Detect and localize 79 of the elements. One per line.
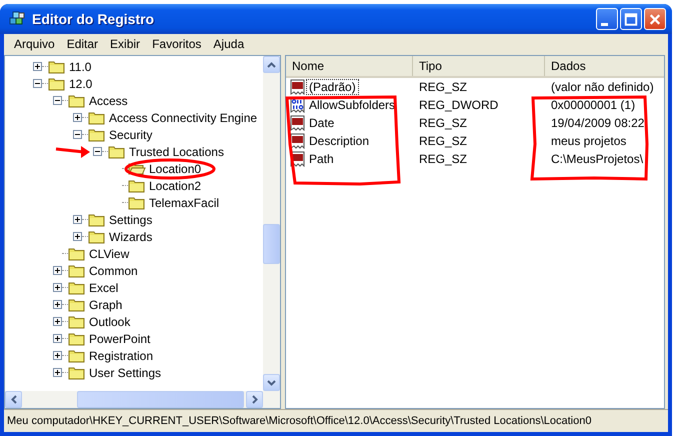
string-value-icon: [290, 115, 306, 131]
expand-icon[interactable]: [53, 266, 62, 275]
annotation-arrow: [56, 146, 90, 158]
collapse-icon[interactable]: [93, 147, 102, 156]
expand-icon[interactable]: [33, 62, 42, 71]
scroll-left-button[interactable]: [5, 391, 22, 408]
tree-item[interactable]: Wizards: [109, 230, 152, 244]
tree-item[interactable]: Common: [89, 264, 138, 278]
tree-item[interactable]: Location0: [149, 162, 202, 176]
maximize-button[interactable]: [620, 8, 642, 30]
caret-down-icon: [267, 380, 276, 386]
tree-item[interactable]: 12.0: [69, 76, 92, 90]
collapse-icon[interactable]: [73, 130, 82, 139]
tree-item[interactable]: Graph: [89, 298, 122, 312]
vertical-scrollbar[interactable]: [263, 56, 280, 391]
scroll-right-button[interactable]: [246, 391, 263, 408]
minimize-icon: [600, 22, 608, 26]
tree-item[interactable]: Registration: [89, 348, 154, 362]
menu-item[interactable]: Ajuda: [207, 37, 250, 51]
scroll-thumb[interactable]: [263, 224, 280, 264]
menu-item[interactable]: Arquivo: [8, 37, 61, 51]
tree-item[interactable]: TelemaxFacil: [149, 196, 220, 210]
expand-icon[interactable]: [73, 232, 82, 241]
collapse-icon[interactable]: [33, 79, 42, 88]
table-cell-text: REG_DWORD: [418, 98, 500, 112]
table-cell-text: meus projetos: [550, 134, 628, 148]
expand-icon[interactable]: [53, 368, 62, 377]
tree-item[interactable]: Location2: [149, 178, 202, 192]
tree-item[interactable]: 11.0: [69, 60, 92, 74]
expand-icon[interactable]: [53, 300, 62, 309]
expand-icon[interactable]: [53, 283, 62, 292]
value-name[interactable]: Path: [306, 151, 337, 167]
caret-up-icon: [267, 62, 276, 68]
tree-item[interactable]: CLView: [89, 246, 130, 260]
menu-item[interactable]: Favoritos: [146, 37, 208, 51]
value-name[interactable]: Date: [306, 115, 338, 131]
tree-item[interactable]: Outlook: [89, 314, 130, 328]
tree-item[interactable]: Trusted Locations: [129, 144, 224, 158]
scroll-down-button[interactable]: [263, 374, 280, 391]
value-name[interactable]: (Padrão): [306, 79, 359, 95]
scroll-up-button[interactable]: [263, 56, 280, 73]
expand-icon[interactable]: [53, 317, 62, 326]
collapse-icon[interactable]: [53, 96, 62, 105]
tree-item[interactable]: Access: [89, 94, 128, 108]
value-name[interactable]: AllowSubfolders: [306, 97, 398, 113]
expand-icon[interactable]: [53, 351, 62, 360]
column-header[interactable]: Dados: [545, 56, 664, 76]
close-button[interactable]: [644, 8, 666, 30]
string-value-icon: [290, 133, 306, 149]
tree-item[interactable]: PowerPoint: [89, 332, 150, 346]
table-cell-text: 0x00000001 (1): [550, 98, 636, 112]
string-value-icon: [290, 79, 306, 95]
tree-item[interactable]: Access Connectivity Engine: [109, 110, 258, 124]
value-name[interactable]: Description: [306, 133, 372, 149]
minimize-button[interactable]: [596, 8, 618, 30]
menu-item[interactable]: Exibir: [104, 37, 146, 51]
scroll-thumb[interactable]: [77, 391, 244, 408]
table-cell-text: REG_SZ: [418, 152, 468, 166]
expand-icon[interactable]: [53, 334, 62, 343]
table-cell-text: C:\MeusProjetos\: [550, 152, 644, 166]
tree-item[interactable]: Settings: [109, 212, 152, 226]
table-cell-text: REG_SZ: [418, 116, 468, 130]
tree-item[interactable]: Excel: [89, 280, 118, 294]
caret-left-icon: [10, 395, 16, 404]
table-cell-text: (valor não definido): [550, 80, 655, 94]
expand-icon[interactable]: [73, 113, 82, 122]
caret-right-icon: [252, 395, 258, 404]
tree-item[interactable]: User Settings: [89, 366, 162, 380]
tree-item[interactable]: Security: [109, 128, 152, 142]
menu-item[interactable]: Editar: [60, 37, 104, 51]
horizontal-scrollbar[interactable]: [5, 391, 280, 408]
window-title: Editor do Registro: [32, 11, 156, 27]
column-header[interactable]: Tipo: [413, 56, 545, 76]
status-path: Meu computador\HKEY_CURRENT_USER\Software\Microsoft\Office\12.0\Access\Security\Trusted Locations\Location0: [7, 415, 592, 427]
table-cell-text: REG_SZ: [418, 80, 468, 94]
column-header[interactable]: Nome: [286, 56, 413, 76]
table-cell-text: 19/04/2009 08:22: [550, 116, 646, 130]
table-cell-text: REG_SZ: [418, 134, 468, 148]
expand-icon[interactable]: [73, 215, 82, 224]
